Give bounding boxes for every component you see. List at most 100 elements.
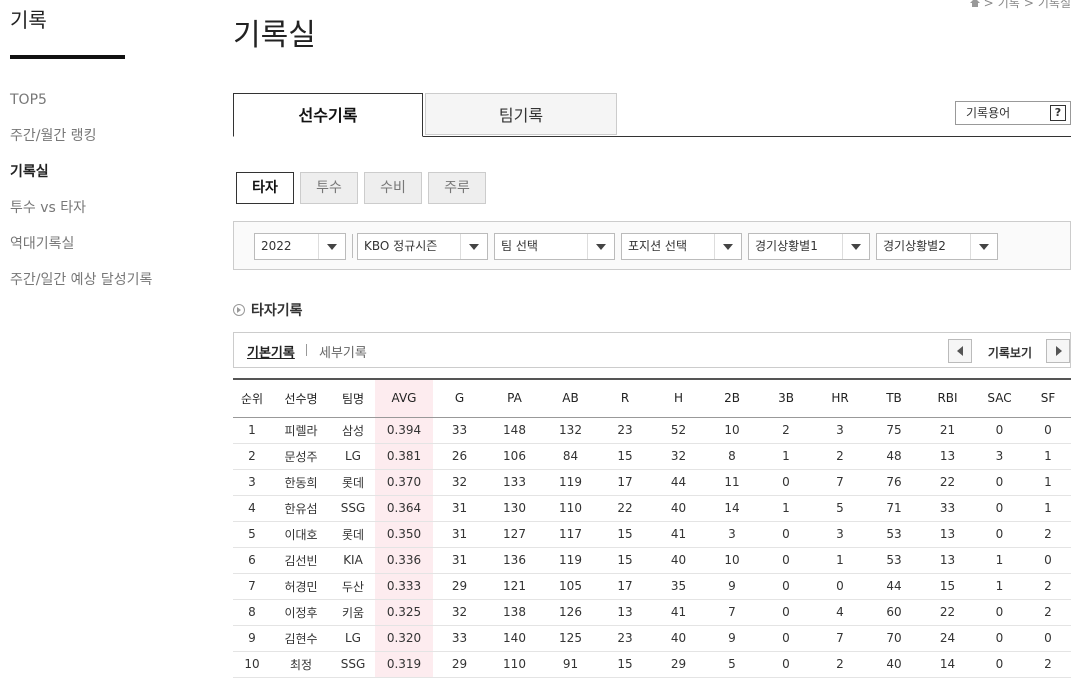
cell-sac: 1 [974,547,1025,574]
cell-rbi: 33 [921,495,974,522]
chevron-down-icon [318,234,345,259]
cell-rbi: 13 [921,443,974,470]
cell-g: 32 [433,599,486,626]
column-header-hr[interactable]: HR [813,379,867,417]
cell-rank: 9 [233,625,271,652]
sidebar-item[interactable]: TOP5 [10,90,152,126]
tab-baserunning[interactable]: 주루 [428,172,486,204]
cell-rbi: 15 [921,573,974,600]
cell-hr: 4 [813,599,867,626]
column-header-sf[interactable]: SF [1025,379,1071,417]
cell-team-name: SSG [331,495,375,522]
cell-hr: 7 [813,469,867,496]
column-header-h[interactable]: H [652,379,705,417]
team-select[interactable]: 팀 선택 [494,233,615,260]
sidebar-title-underline [10,55,125,59]
situation2-select[interactable]: 경기상황별2 [876,233,998,260]
column-header-team-name: 팀명 [341,391,365,406]
column-header-ab[interactable]: AB [543,379,598,417]
prev-page-button[interactable] [948,339,972,363]
tab-player-records[interactable]: 선수기록 [233,93,423,137]
cell-g: 31 [433,547,486,574]
cell-player-name[interactable]: 최정 [271,651,331,678]
breadcrumb: > 기록 > 기록실 [969,0,1071,11]
column-header-tb[interactable]: TB [867,379,921,417]
situation1-select-value: 경기상황별1 [755,239,818,253]
cell-2b: 11 [705,469,759,496]
cell-tb: 48 [867,443,921,470]
cell-team-name: 삼성 [331,417,375,444]
cell-h: 40 [652,495,705,522]
team-select-value: 팀 선택 [501,239,538,253]
cell-player-name[interactable]: 한동희 [271,469,331,496]
cell-2b: 7 [705,599,759,626]
record-view-bar: 기본기록 세부기록 기록보기 [233,332,1071,368]
season-select[interactable]: 2022 [254,233,346,260]
cell-hr: 0 [813,573,867,600]
breadcrumb-item-records[interactable]: 기록 [998,0,1020,11]
table-row: 8 이정후 키움 0.325 32 138 126 13 41 7 0 4 60 22 0 2 [233,599,1071,626]
column-header-3b[interactable]: 3B [759,379,813,417]
cell-player-name[interactable]: 이대호 [271,521,331,548]
cell-sac: 0 [974,521,1025,548]
table-row: 7 허경민 두산 0.333 29 121 105 17 35 9 0 0 44 15 1 2 [233,573,1071,600]
tab-pitcher[interactable]: 투수 [300,172,358,204]
cell-h: 40 [652,625,705,652]
sidebar-item[interactable]: 투수 vs 타자 [10,198,152,234]
sidebar-item[interactable]: 주간/월간 랭킹 [10,126,152,162]
basic-records-link[interactable]: 기본기록 [247,342,295,361]
cell-ab: 132 [543,417,598,444]
cell-h: 40 [652,547,705,574]
chevron-down-icon [970,234,997,259]
tab-batter[interactable]: 타자 [236,172,294,204]
sidebar-item[interactable]: 기록실 [10,162,152,198]
sidebar-item[interactable]: 주간/일간 예상 달성기록 [10,270,152,306]
section-title-text: 타자기록 [251,303,303,319]
series-select[interactable]: KBO 정규시즌 [357,233,488,260]
cell-pa: 133 [486,469,543,496]
column-header-rbi[interactable]: RBI [921,379,974,417]
cell-player-name[interactable]: 피렐라 [271,417,331,444]
glossary-label: 기록용어 [966,106,1011,120]
table-row: 3 한동희 롯데 0.370 32 133 119 17 44 11 0 7 76 22 0 1 [233,469,1071,496]
cell-sac: 1 [974,573,1025,600]
season-select-value: 2022 [261,239,292,253]
breadcrumb-item-record-room[interactable]: 기록실 [1038,0,1071,11]
cell-3b: 0 [759,573,813,600]
cell-2b: 9 [705,573,759,600]
column-header-2b[interactable]: 2B [705,379,759,417]
cell-ab: 84 [543,443,598,470]
cell-player-name[interactable]: 이정후 [271,599,331,626]
cell-sf: 2 [1025,599,1071,626]
cell-player-name[interactable]: 허경민 [271,573,331,600]
tab-team-records[interactable]: 팀기록 [425,93,617,135]
sidebar-item[interactable]: 역대기록실 [10,234,152,270]
cell-player-name[interactable]: 김현수 [271,625,331,652]
cell-player-name[interactable]: 문성주 [271,443,331,470]
cell-sac: 0 [974,651,1025,678]
cell-hr: 3 [813,521,867,548]
cell-hr: 3 [813,417,867,444]
question-icon: ? [1050,105,1066,121]
home-icon[interactable] [969,0,980,7]
detail-records-link[interactable]: 세부기록 [319,342,367,361]
column-header-r[interactable]: R [598,379,652,417]
cell-sac: 0 [974,599,1025,626]
cell-team-name: LG [331,443,375,470]
column-header-pa[interactable]: PA [486,379,543,417]
table-row: 1 피렐라 삼성 0.394 33 148 132 23 52 10 2 3 75 21 0 0 [233,417,1071,444]
cell-pa: 130 [486,495,543,522]
cell-hr: 2 [813,651,867,678]
cell-player-name[interactable]: 김선빈 [271,547,331,574]
glossary-button[interactable]: 기록용어 ? [955,101,1071,125]
column-header-sac[interactable]: SAC [974,379,1025,417]
cell-player-name[interactable]: 한유섬 [271,495,331,522]
next-page-button[interactable] [1046,339,1070,363]
cell-rank: 5 [233,521,271,548]
column-header-avg[interactable]: AVG [375,379,433,417]
situation1-select[interactable]: 경기상황별1 [748,233,870,260]
tab-defense[interactable]: 수비 [364,172,422,204]
position-select[interactable]: 포지션 선택 [621,233,742,260]
column-header-g[interactable]: G [433,379,486,417]
cell-r: 15 [598,443,652,470]
